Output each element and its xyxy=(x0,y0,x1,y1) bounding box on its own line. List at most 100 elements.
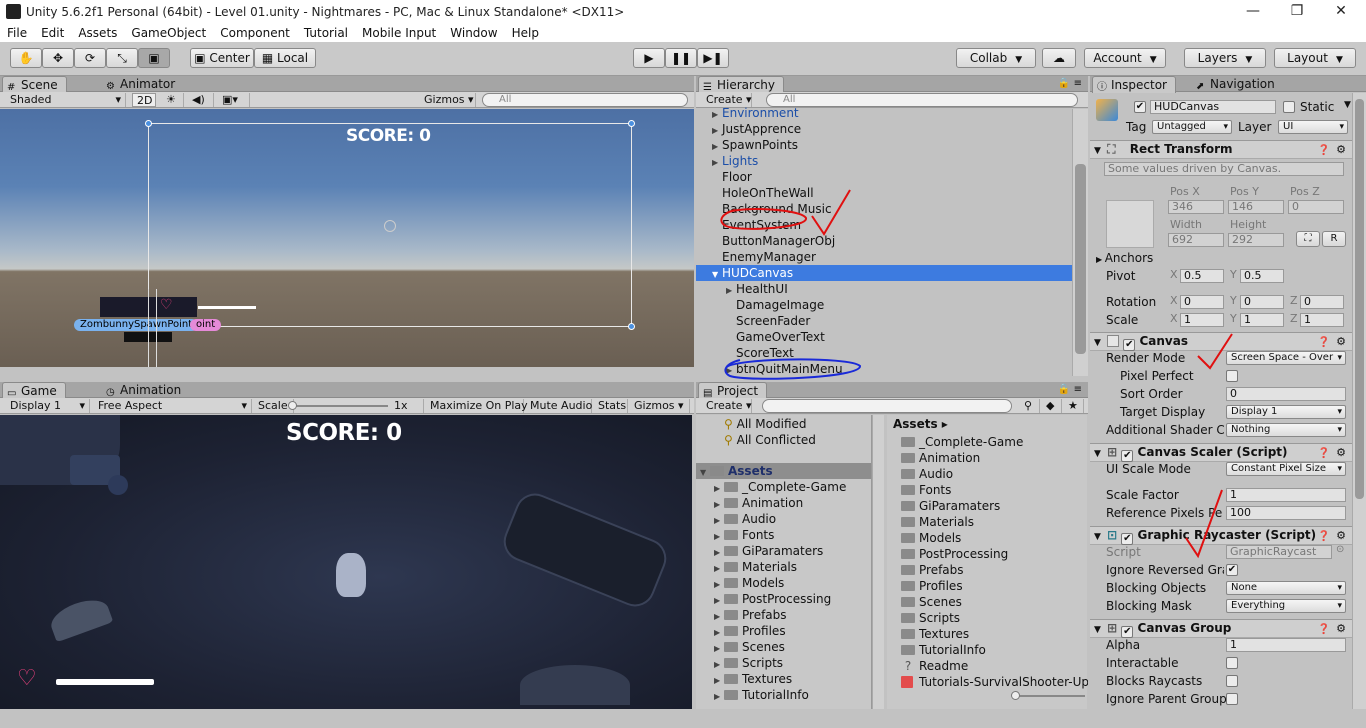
asset-item[interactable]: ? Readme xyxy=(901,658,968,674)
panel-menu-icon[interactable]: ≡ xyxy=(1074,384,1082,395)
assets-breadcrumb[interactable]: Assets ▸ xyxy=(893,416,948,432)
hierarchy-item[interactable]: GameOverText xyxy=(696,329,1072,345)
hierarchy-item[interactable]: ▶ SpawnPoints xyxy=(696,137,1072,153)
help-icon[interactable]: ❓ xyxy=(1318,334,1330,351)
filter-type-icon[interactable]: ⚲ xyxy=(1020,399,1040,413)
inspector-scrollbar[interactable] xyxy=(1352,93,1366,709)
tree-folder-item[interactable]: ▶ Profiles xyxy=(714,623,786,639)
scale-tool-icon[interactable]: ⤡ xyxy=(106,48,138,68)
tab-game[interactable]: ▭ Game xyxy=(2,382,66,399)
icon-size-slider[interactable] xyxy=(1015,695,1085,697)
scale-slider-thumb[interactable] xyxy=(288,401,297,410)
audio-icon[interactable]: ◀) xyxy=(188,93,214,107)
play-icon[interactable]: ▶ xyxy=(633,48,665,68)
interactable-checkbox[interactable] xyxy=(1226,657,1238,669)
blocking-mask-dropdown[interactable]: Everything xyxy=(1226,599,1346,613)
asset-item[interactable]: Tutorials-SurvivalShooter-Up xyxy=(901,674,1088,690)
canvas-scaler-header[interactable]: ▼ ⊞ ✔ Canvas Scaler (Script) ❓ ⚙ xyxy=(1090,443,1352,462)
menu-gameobject[interactable]: GameObject xyxy=(124,24,213,42)
lock-icon[interactable]: 🔒 xyxy=(1058,384,1070,395)
asset-item[interactable]: Prefabs xyxy=(901,562,964,578)
asset-item[interactable]: Fonts xyxy=(901,482,951,498)
project-create-button[interactable]: Create ▾ xyxy=(702,399,752,413)
menu-file[interactable]: File xyxy=(0,24,34,42)
active-checkbox[interactable]: ✔ xyxy=(1134,101,1146,113)
display-dropdown[interactable]: Display 1 ▾ xyxy=(6,399,90,413)
icon-size-thumb[interactable] xyxy=(1011,691,1020,700)
tree-folder-item[interactable]: ▶ _Complete-Game xyxy=(714,479,846,495)
spawn-point-label-2[interactable]: oint xyxy=(190,319,222,331)
layout-button[interactable]: Layout ▼ xyxy=(1274,48,1356,68)
help-icon[interactable]: ❓ xyxy=(1318,621,1330,638)
tree-scrollbar[interactable] xyxy=(872,415,884,709)
step-icon[interactable]: ▶❚ xyxy=(697,48,729,68)
tree-folder-item[interactable]: ▶ Models xyxy=(714,575,784,591)
pivot-center-button[interactable]: ▣ Center xyxy=(190,48,254,68)
account-button[interactable]: Account ▼ xyxy=(1084,48,1166,68)
hierarchy-item[interactable]: EventSystem xyxy=(696,217,1072,233)
mute-audio-toggle[interactable]: Mute Audio xyxy=(526,399,592,413)
collab-button[interactable]: Collab ▼ xyxy=(956,48,1036,68)
static-dropdown-icon[interactable]: ▼ xyxy=(1344,100,1351,110)
asset-item[interactable]: TutorialInfo xyxy=(901,642,986,658)
project-search-input[interactable] xyxy=(762,399,1012,413)
asset-item[interactable]: Animation xyxy=(901,450,980,466)
minimize-icon[interactable]: — xyxy=(1230,0,1276,24)
asset-item[interactable]: Audio xyxy=(901,466,953,482)
tree-folder-item[interactable]: ▶ Fonts xyxy=(714,527,774,543)
hierarchy-item[interactable]: ▶ Lights xyxy=(696,153,1072,169)
object-picker-icon[interactable]: ⊙ xyxy=(1336,544,1344,555)
graphic-raycaster-header[interactable]: ▼ ⊡ ✔ Graphic Raycaster (Script) ❓ ⚙ xyxy=(1090,526,1352,545)
hierarchy-item[interactable]: ▶ btnQuitMainMenu xyxy=(696,361,1072,376)
favorite-all-conflicted[interactable]: ⚲ All Conflicted xyxy=(724,432,816,448)
asset-item[interactable]: Textures xyxy=(901,626,969,642)
pivot-y-field[interactable]: 0.5 xyxy=(1240,269,1284,283)
asset-item[interactable]: GiParamaters xyxy=(901,498,1000,514)
pivot-local-button[interactable]: ▦ Local xyxy=(254,48,316,68)
hierarchy-item[interactable]: ▶ JustApprence xyxy=(696,121,1072,137)
tab-navigation[interactable]: ⬈ Navigation xyxy=(1192,76,1283,93)
settings-gear-icon[interactable]: ⚙ xyxy=(1336,141,1346,158)
canvas-header[interactable]: ▼ ✔ Canvas ❓ ⚙ xyxy=(1090,332,1352,351)
tab-project[interactable]: ▤ Project xyxy=(698,382,768,399)
filter-label-icon[interactable]: ◆ xyxy=(1042,399,1062,413)
rect-handle-icon[interactable] xyxy=(145,120,152,127)
settings-gear-icon[interactable]: ⚙ xyxy=(1336,333,1346,350)
alpha-field[interactable]: 1 xyxy=(1226,638,1346,652)
target-display-dropdown[interactable]: Display 1 xyxy=(1226,405,1346,419)
tab-animation[interactable]: ◷ Animation xyxy=(102,382,189,399)
game-gizmos-dropdown[interactable]: Gizmos ▾ xyxy=(630,399,690,413)
inspector-scroll-thumb[interactable] xyxy=(1355,99,1364,499)
pixel-perfect-checkbox[interactable] xyxy=(1226,370,1238,382)
asset-item[interactable]: Materials xyxy=(901,514,974,530)
menu-tutorial[interactable]: Tutorial xyxy=(297,24,355,42)
scale-slider[interactable] xyxy=(292,405,388,407)
hierarchy-item[interactable]: ▶ Environment xyxy=(696,105,1072,121)
hierarchy-scrollbar[interactable] xyxy=(1072,109,1088,376)
hierarchy-item[interactable]: HoleOnTheWall xyxy=(696,185,1072,201)
expand-arrow-icon[interactable]: ▶ xyxy=(726,363,736,376)
maximize-on-play-toggle[interactable]: Maximize On Play xyxy=(426,399,528,413)
rot-x-field[interactable]: 0 xyxy=(1180,295,1224,309)
effects-icon[interactable]: ▣▾ xyxy=(218,93,250,107)
help-icon[interactable]: ❓ xyxy=(1318,445,1330,462)
hierarchy-item[interactable]: ▼ HUDCanvas xyxy=(696,265,1072,281)
hierarchy-scroll-thumb[interactable] xyxy=(1075,164,1086,354)
ui-scale-mode-dropdown[interactable]: Constant Pixel Size xyxy=(1226,462,1346,476)
move-tool-icon[interactable]: ✥ xyxy=(42,48,74,68)
mode-2d-toggle[interactable]: 2D xyxy=(132,93,156,107)
asset-item[interactable]: Profiles xyxy=(901,578,963,594)
settings-gear-icon[interactable]: ⚙ xyxy=(1336,527,1346,544)
scene-viewport[interactable]: SCORE: 0 ♡ ZombunnySpawnPoint oint xyxy=(0,109,694,367)
shading-dropdown[interactable]: Shaded ▾ xyxy=(6,93,126,107)
scale-z-field[interactable]: 1 xyxy=(1300,313,1344,327)
rotate-tool-icon[interactable]: ⟳ xyxy=(74,48,106,68)
maximize-icon[interactable]: ❐ xyxy=(1274,0,1320,24)
settings-gear-icon[interactable]: ⚙ xyxy=(1336,444,1346,461)
rect-transform-header[interactable]: ▼ ⛶ Rect Transform ❓ ⚙ xyxy=(1090,140,1352,159)
stats-toggle[interactable]: Stats xyxy=(594,399,628,413)
tree-folder-item[interactable]: ▶ PostProcessing xyxy=(714,591,831,607)
aspect-dropdown[interactable]: Free Aspect ▾ xyxy=(94,399,252,413)
scene-search-input[interactable]: All xyxy=(482,93,688,107)
height-field[interactable]: 292 xyxy=(1228,233,1284,247)
